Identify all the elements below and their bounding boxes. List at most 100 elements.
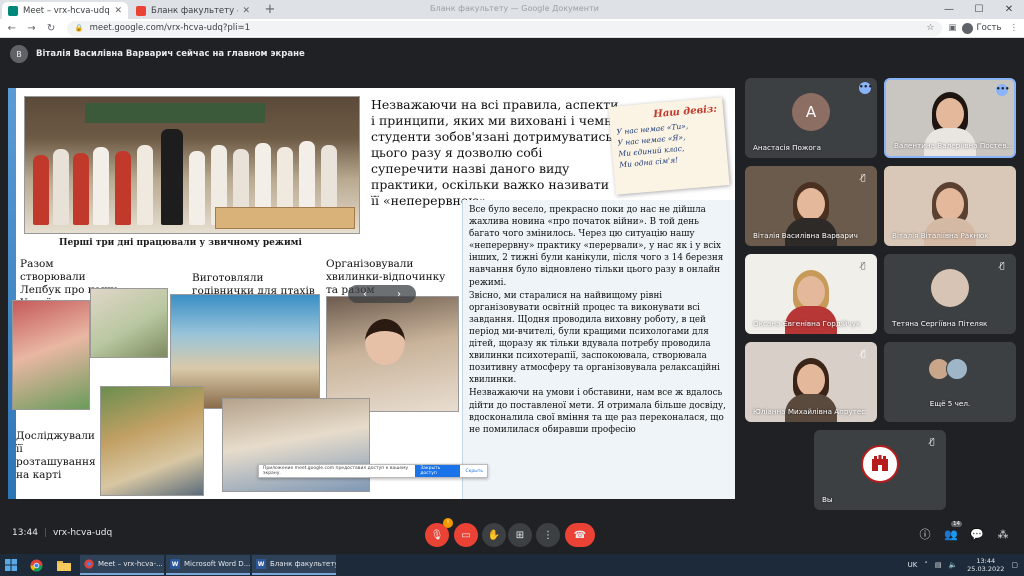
participant-name: Вы [822, 495, 833, 504]
mic-off-icon: 🎙̸ [929, 437, 935, 446]
participant-avatar: A [792, 92, 830, 131]
url-field[interactable]: 🔒 meet.google.com/vrx-hcva-udq?pli=1 ☆ [66, 20, 943, 36]
hide-notice-button[interactable]: Скрыть [465, 469, 483, 474]
slide-heading: Незважаючи на всі правила, аспекти і при… [371, 97, 619, 208]
child-figure [73, 153, 89, 225]
reload-icon[interactable]: ↻ [43, 23, 59, 34]
participant-tile[interactable]: A ••• Анастасія Пожога [745, 78, 877, 158]
present-button[interactable]: ⊞ [508, 523, 532, 547]
back-icon[interactable]: ← [4, 23, 20, 34]
self-tile[interactable]: 🎙̸ Вы [814, 430, 946, 510]
meet-icon [8, 5, 18, 16]
word-icon: W [256, 559, 266, 569]
participant-name: Оксана Євгенівна Гордійчук [753, 319, 861, 328]
camera-toggle-button[interactable]: ▭ [454, 523, 478, 547]
participant-tile[interactable]: ••• Валентина Валеріївна Постев... [884, 78, 1016, 158]
gmail-icon [136, 5, 146, 16]
photo-snack-break [326, 296, 459, 412]
meeting-info: 13:44 | vrx-hcva-udq [12, 528, 113, 538]
mic-off-icon: 🎙̸ [999, 261, 1005, 270]
participant-tile[interactable]: 🎙̸ Тетяна Сергіївна Пітеляк [884, 254, 1016, 334]
star-icon[interactable]: ☆ [926, 23, 934, 33]
close-icon[interactable]: ✕ [114, 6, 122, 16]
taskbar-task-word[interactable]: W Microsoft Word D... [166, 555, 250, 575]
guest-label[interactable]: Гость [976, 23, 1001, 33]
info-icon[interactable]: ⓘ [912, 526, 938, 542]
keyboard-language[interactable]: UK [908, 561, 918, 569]
slide-navigation: ‹ › [348, 285, 416, 303]
people-icon[interactable]: 👥 14 [938, 520, 964, 541]
chat-icon[interactable]: 💬 [964, 528, 990, 541]
chrome-icon[interactable] [22, 554, 50, 576]
prev-slide-icon[interactable]: ‹ [363, 289, 367, 300]
volume-icon[interactable]: 🔈 [948, 561, 957, 569]
participant-tile[interactable]: 🎙̸ Оксана Євгенівна Гордійчук [745, 254, 877, 334]
photo-crafts [90, 288, 168, 358]
stop-sharing-button[interactable]: Закрыть доступ [415, 465, 461, 477]
slide-paragraph: Звісно, ми старалися на найвищому рівні … [469, 290, 720, 386]
coat-of-arms-icon [872, 454, 888, 471]
new-tab-button[interactable]: + [262, 2, 278, 18]
notifications-icon[interactable]: ▢ [1011, 561, 1018, 569]
windows-start-icon[interactable] [0, 554, 22, 576]
more-participants-tile[interactable]: Ещё 5 чел. [884, 342, 1016, 422]
maximize-icon[interactable]: ☐ [964, 0, 994, 19]
participant-tile[interactable]: 🎙̸ Юліанна Михайлівна Апрутес [745, 342, 877, 422]
browser-toolbar-right: ▣ Гость ⋮ [948, 22, 1024, 34]
tab-blank[interactable]: Бланк факультету - clg-edu@clp ✕ [130, 2, 256, 19]
screen-share-notice: Приложение meet.google.com предоставил д… [258, 464, 488, 478]
taskbar-task-blank[interactable]: W Бланк факультету... [252, 555, 336, 575]
participant-name: Віталія Василівна Варварич [753, 231, 858, 240]
hangup-icon: ☎ [573, 529, 587, 541]
more-options-icon[interactable]: ••• [859, 82, 872, 94]
url-text: meet.google.com/vrx-hcva-udq?pli=1 [89, 23, 251, 33]
participant-tile[interactable]: Віталія Віталіївна Ракнюк [884, 166, 1016, 246]
slide-body-text: Все було весело, прекрасно поки до нас н… [462, 200, 735, 499]
slide-paragraph: Все було весело, прекрасно поки до нас н… [469, 205, 724, 288]
participant-tile[interactable]: 🎙̸ Віталія Василівна Варварич [745, 166, 877, 246]
teacher-figure [161, 129, 183, 225]
close-window-icon[interactable]: ✕ [994, 0, 1024, 19]
present-icon: ⊞ [515, 529, 525, 541]
forward-icon[interactable]: → [24, 23, 40, 34]
participant-count: 14 [951, 520, 962, 527]
next-slide-icon[interactable]: › [397, 289, 401, 300]
tray-chevron-icon[interactable]: ˄ [924, 561, 928, 569]
tab-meet[interactable]: Meet – vrx-hcva-udq ✕ [2, 2, 128, 19]
address-bar: ← → ↻ 🔒 meet.google.com/vrx-hcva-udq?pli… [0, 19, 1024, 38]
label-map: Досліджували її розташування на карті [16, 430, 96, 481]
mic-off-icon: 🎙̸ [860, 349, 866, 358]
task-label: Бланк факультету... [270, 560, 336, 568]
photo-map [100, 386, 204, 496]
presenter-avatar: В [10, 45, 28, 63]
activities-icon[interactable]: ⁂ [990, 528, 1016, 541]
mic-off-icon: 🎙 [430, 529, 444, 541]
file-explorer-icon[interactable] [50, 554, 78, 576]
clock-time: 13:44 [976, 557, 996, 565]
network-icon[interactable]: ▤ [935, 561, 942, 569]
slide-accent-strip [8, 88, 16, 499]
sidepanel-icon[interactable]: ▣ [948, 23, 956, 33]
raise-hand-button[interactable]: ✋ [482, 523, 506, 547]
child-figure [53, 149, 69, 225]
shared-screen-slide: Перші три дні працювали у звичному режим… [8, 88, 735, 499]
minimize-icon[interactable]: — [934, 0, 964, 19]
tab-title: Бланк факультету - clg-edu@clp [151, 5, 238, 16]
hand-icon: ✋ [487, 529, 501, 541]
mic-off-icon: 🎙̸ [860, 173, 866, 182]
menu-dots-icon[interactable]: ⋮ [1009, 23, 1018, 33]
slide-caption: Перші три дні працювали у звичному режим… [59, 238, 302, 248]
guest-avatar-icon[interactable] [962, 22, 974, 34]
participant-name: Віталія Віталіївна Ракнюк [892, 231, 989, 240]
mic-toggle-button[interactable]: 🎙 ! [425, 518, 453, 547]
more-options-button[interactable]: ⋮ [536, 523, 560, 547]
leave-call-button[interactable]: ☎ [565, 523, 595, 547]
photo-lapbook [12, 300, 90, 410]
participant-name: Валентина Валеріївна Постев... [894, 141, 1014, 150]
child-figure [115, 151, 131, 225]
more-options-icon[interactable]: ••• [996, 84, 1009, 96]
taskbar-task-meet[interactable]: Meet – vrx-hcva-... [80, 555, 164, 575]
close-icon[interactable]: ✕ [242, 6, 250, 16]
system-clock[interactable]: 13:44 25.03.2022 [967, 557, 1004, 573]
lock-icon[interactable]: 🔒 [75, 24, 84, 32]
